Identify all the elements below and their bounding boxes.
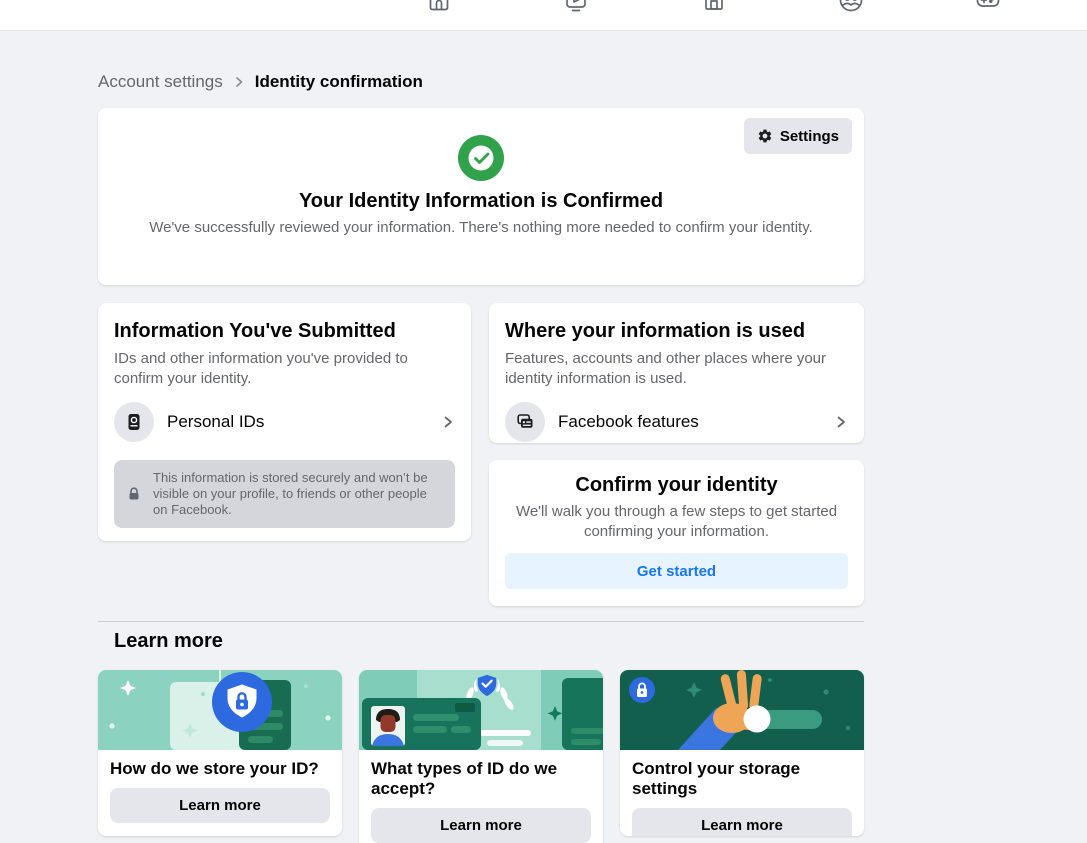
information-usage-card: Where your information is used Features,… [489,303,864,443]
chevron-right-icon [834,415,848,429]
section-divider [98,621,864,622]
storage-settings-illustration [620,670,864,750]
watch-icon[interactable] [562,0,590,14]
confirm-card-description: We'll walk you through a few steps to ge… [505,502,848,542]
gaming-icon[interactable] [974,0,1002,14]
breadcrumb-identity-confirmation: Identity confirmation [255,72,423,92]
personal-ids-row[interactable]: Personal IDs [114,402,455,442]
learn-card-storage-settings-title: Control your storage settings [632,759,852,799]
confirm-identity-card: Confirm your identity We'll walk you thr… [489,460,864,606]
lock-icon [126,486,142,502]
confirmed-check-badge-icon [458,135,504,181]
learn-card-id-types: What types of ID do we accept? Learn mor… [359,670,603,843]
status-title: Your Identity Information is Confirmed [299,190,663,213]
information-submitted-card: Information You've Submitted IDs and oth… [98,303,471,541]
submitted-card-title: Information You've Submitted [114,319,455,343]
learn-card-id-types-title: What types of ID do we accept? [371,759,591,799]
learn-more-button-store-id[interactable]: Learn more [110,788,330,823]
breadcrumb: Account settings Identity confirmation [98,72,423,92]
privacy-notice: This information is stored securely and … [114,460,455,528]
id-types-illustration [359,670,603,750]
usage-card-title: Where your information is used [505,319,848,343]
identity-status-card: Settings Your Identity Information is Co… [98,108,864,285]
get-started-button[interactable]: Get started [505,553,848,589]
facebook-features-label: Facebook features [558,412,699,432]
breadcrumb-account-settings[interactable]: Account settings [98,72,223,92]
home-icon[interactable] [425,0,453,14]
submitted-card-description: IDs and other information you've provide… [114,349,455,389]
privacy-notice-text: This information is stored securely and … [153,470,443,518]
identity-confirmation-page: Account settings Identity confirmation S… [0,0,1087,843]
store-id-illustration [98,670,342,750]
confirm-card-title: Confirm your identity [575,474,777,497]
groups-icon[interactable] [837,0,865,14]
breadcrumb-chevron-icon [233,76,245,88]
learn-card-store-id-title: How do we store your ID? [110,759,330,779]
facebook-features-row[interactable]: Facebook features [505,402,848,442]
chevron-right-icon [441,415,455,429]
top-navigation-bar [0,0,1087,31]
usage-card-description: Features, accounts and other places wher… [505,349,848,389]
personal-ids-label: Personal IDs [167,412,264,432]
learn-more-button-storage-settings[interactable]: Learn more [632,808,852,836]
settings-button-label: Settings [780,128,839,145]
learn-card-storage-settings: Control your storage settings Learn more [620,670,864,836]
facebook-features-icon [505,402,545,442]
personal-ids-icon [114,402,154,442]
learn-card-store-id: How do we store your ID? Learn more [98,670,342,836]
status-description: We've successfully reviewed your informa… [149,218,813,238]
learn-more-heading: Learn more [114,630,223,653]
marketplace-icon[interactable] [700,0,728,14]
settings-button[interactable]: Settings [744,118,852,154]
learn-more-button-id-types[interactable]: Learn more [371,808,591,843]
gear-icon [757,128,773,144]
